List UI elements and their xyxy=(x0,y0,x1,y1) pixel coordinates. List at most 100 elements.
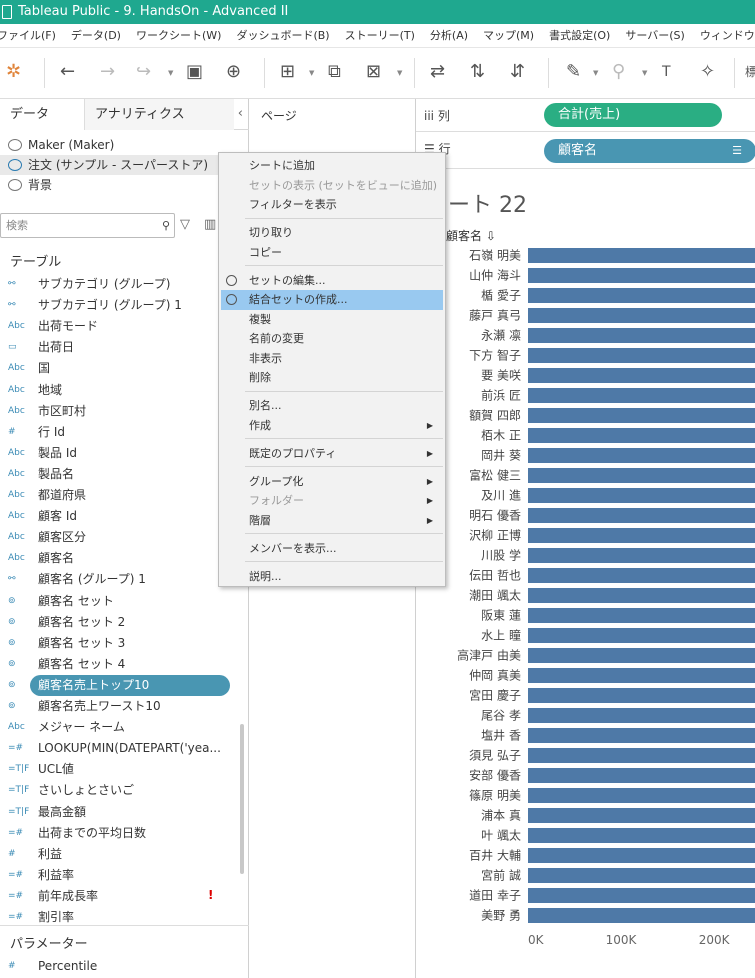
row-label[interactable]: 篠原 明美 xyxy=(469,788,521,803)
bar[interactable] xyxy=(528,828,755,843)
context-menu-item[interactable]: 既定のプロパティ ▶ xyxy=(221,444,443,464)
context-menu-item[interactable]: 削除 xyxy=(221,368,443,388)
bar[interactable] xyxy=(528,708,755,723)
sort-ascending-icon[interactable]: ⇅ xyxy=(470,61,485,83)
field-item[interactable]: Abc 顧客区分 xyxy=(0,527,235,548)
swap-rows-columns-icon[interactable]: ⇄ xyxy=(430,61,445,83)
field-item[interactable]: =T|F さいしょとさいご xyxy=(0,780,235,801)
menu-item[interactable]: サーバー(S) xyxy=(625,24,684,47)
row-label[interactable]: 及川 進 xyxy=(481,489,521,503)
redo-icon[interactable]: → xyxy=(100,61,115,83)
field-item[interactable]: ⊚ 顧客名売上トップ10 xyxy=(8,674,230,696)
field-item[interactable]: Abc 市区町村 xyxy=(0,401,235,422)
row-label[interactable]: 楯 愛子 xyxy=(481,289,521,303)
row-label[interactable]: 塩井 香 xyxy=(481,728,521,743)
context-menu-item[interactable]: フィルターを表示 xyxy=(221,195,443,215)
bar[interactable] xyxy=(528,328,755,343)
datasource-background[interactable]: 背景 xyxy=(8,175,52,195)
bar[interactable] xyxy=(528,288,755,303)
bar[interactable] xyxy=(528,508,755,523)
columns-shelf[interactable]: iii 列 合計(売上) xyxy=(416,99,755,132)
bar[interactable] xyxy=(528,528,755,543)
datasource-orders[interactable]: 注文 (サンプル - スーパーストア) xyxy=(0,155,249,175)
bar[interactable] xyxy=(528,248,755,263)
save-icon[interactable]: ▣ xyxy=(186,61,203,83)
row-label[interactable]: 石嶺 明美 xyxy=(469,249,521,263)
menu-item[interactable]: ファイル(F) xyxy=(0,24,56,47)
field-search-input[interactable]: 検索 ⚲ xyxy=(0,213,175,238)
row-label[interactable]: 阪東 蓮 xyxy=(481,609,521,623)
context-menu-item[interactable]: 非表示 xyxy=(221,349,443,369)
bar[interactable] xyxy=(528,488,755,503)
menu-item[interactable]: ワークシート(W) xyxy=(136,24,221,47)
menu-item[interactable]: マップ(M) xyxy=(483,24,534,47)
replay-icon[interactable]: ↪ xyxy=(136,61,151,83)
menu-item[interactable]: ウィンドウ(N) xyxy=(700,24,755,47)
menu-item[interactable]: 分析(A) xyxy=(430,24,468,47)
bar[interactable] xyxy=(528,468,755,483)
context-menu-item[interactable]: 切り取り xyxy=(221,223,443,243)
duplicate-sheet-icon[interactable]: ⧉ xyxy=(328,61,341,83)
new-worksheet-icon[interactable]: ⊞ xyxy=(280,61,295,83)
menu-item[interactable]: ストーリー(T) xyxy=(345,24,415,47)
bar[interactable] xyxy=(528,728,755,743)
fix-axes-icon[interactable]: ✧ xyxy=(700,61,715,83)
bar[interactable] xyxy=(528,908,755,923)
context-menu-item[interactable]: 名前の変更 xyxy=(221,329,443,349)
tab-data[interactable]: データ xyxy=(0,99,84,130)
tab-analytics[interactable]: アナリティクス xyxy=(84,99,234,130)
field-item[interactable]: Abc 製品 Id xyxy=(0,443,235,464)
context-menu-item[interactable]: グループ化 ▶ xyxy=(221,472,443,492)
row-label[interactable]: 明石 優香 xyxy=(469,509,521,523)
context-menu-item[interactable]: コピー xyxy=(221,243,443,263)
bar[interactable] xyxy=(528,308,755,323)
bar[interactable] xyxy=(528,428,755,443)
replay-dropdown-icon[interactable]: ▼ xyxy=(168,69,173,77)
row-label[interactable]: 栢木 正 xyxy=(481,429,521,443)
field-item[interactable]: Abc 製品名 xyxy=(0,464,235,485)
fit-selector[interactable]: 標 xyxy=(745,61,755,83)
field-item[interactable]: Abc 地域 xyxy=(0,380,235,401)
field-item[interactable]: Abc メジャー ネーム xyxy=(0,717,235,738)
context-menu-item[interactable]: セットの編集... xyxy=(221,271,443,291)
row-label[interactable]: 藤戸 真弓 xyxy=(469,309,521,323)
field-item[interactable]: ⊚ 顧客名 セット 3 xyxy=(0,633,235,654)
view-options-icon[interactable]: ▥ xyxy=(204,217,216,232)
row-label[interactable]: 尾谷 孝 xyxy=(481,709,521,723)
bar[interactable] xyxy=(528,348,755,363)
field-list-scrollbar[interactable] xyxy=(240,724,244,874)
context-menu-item[interactable]: 結合セットの作成... xyxy=(221,290,443,310)
bar[interactable] xyxy=(528,588,755,603)
row-label[interactable]: 前浜 匠 xyxy=(481,388,521,403)
bar[interactable] xyxy=(528,408,755,423)
row-label[interactable]: 富松 健三 xyxy=(469,468,521,483)
field-item[interactable]: Abc 都道府県 xyxy=(0,485,235,506)
bar[interactable] xyxy=(528,848,755,863)
field-item[interactable]: ⚯ サブカテゴリ (グループ) 1 xyxy=(0,295,235,316)
row-label[interactable]: 下方 智子 xyxy=(469,348,521,363)
undo-icon[interactable]: ← xyxy=(60,61,75,83)
field-item[interactable]: =T|F 最高金額 xyxy=(0,802,235,823)
rows-shelf[interactable]: ☰ 行 顧客名 ☰ xyxy=(416,132,755,169)
parameter-item[interactable]: # Percentile xyxy=(0,956,235,977)
context-menu-item[interactable]: 複製 xyxy=(221,310,443,330)
bar[interactable] xyxy=(528,808,755,823)
field-item[interactable]: ▭ 出荷日 xyxy=(0,337,235,358)
context-menu-item[interactable]: 階層 ▶ xyxy=(221,511,443,531)
row-label[interactable]: 岡井 葵 xyxy=(481,449,521,463)
row-label[interactable]: 山仲 海斗 xyxy=(469,268,521,283)
row-label[interactable]: 叶 颯太 xyxy=(481,828,521,843)
row-label[interactable]: 永瀬 凛 xyxy=(481,328,521,343)
clear-sheet-icon[interactable]: ⊠ xyxy=(366,61,381,83)
new-worksheet-dropdown-icon[interactable]: ▼ xyxy=(309,69,314,77)
row-label[interactable]: 須見 弘子 xyxy=(469,749,521,763)
collapse-pane-icon[interactable]: ‹ xyxy=(238,106,243,121)
bar[interactable] xyxy=(528,788,755,803)
row-label[interactable]: 水上 瞳 xyxy=(481,628,521,643)
filter-icon[interactable]: ▽ xyxy=(180,217,190,232)
field-item[interactable]: =# 出荷までの平均日数 xyxy=(0,823,235,844)
context-menu-item[interactable]: 説明... xyxy=(221,567,443,587)
row-label[interactable]: 仲岡 真美 xyxy=(469,669,521,683)
context-menu-item[interactable]: 別名... xyxy=(221,396,443,416)
bar[interactable] xyxy=(528,268,755,283)
